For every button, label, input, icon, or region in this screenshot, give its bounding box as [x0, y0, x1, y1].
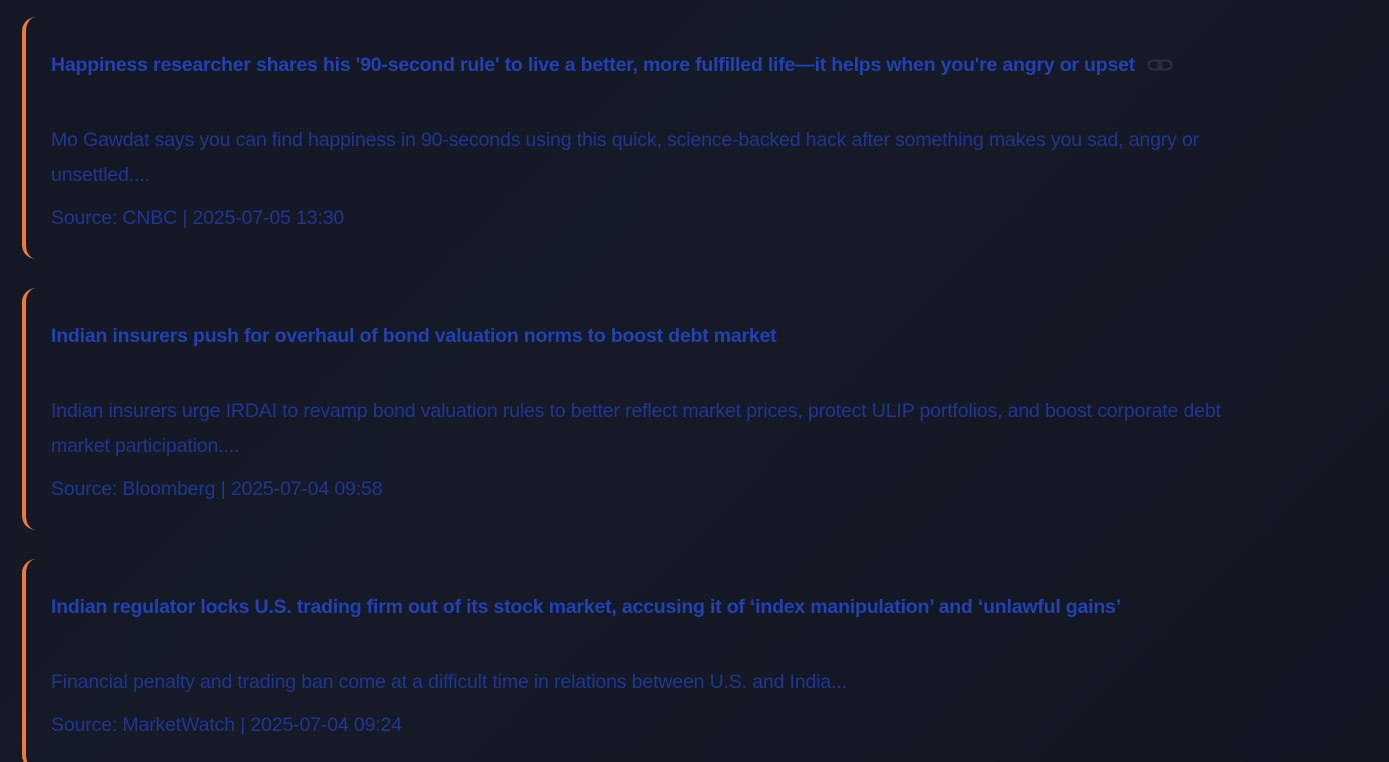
- news-card: Indian regulator locks U.S. trading firm…: [22, 559, 1252, 762]
- article-summary: Financial penalty and trading ban come a…: [51, 671, 847, 693]
- article-summary: Indian insurers urge IRDAI to revamp bon…: [51, 400, 1221, 457]
- headline-link[interactable]: Indian insurers push for overhaul of bon…: [51, 325, 777, 348]
- headline-row: Indian regulator locks U.S. trading firm…: [51, 595, 1252, 619]
- news-card: Indian insurers push for overhaul of bon…: [22, 288, 1252, 530]
- news-card: Happiness researcher shares his '90-seco…: [22, 17, 1252, 259]
- article-source-date: Source: CNBC | 2025-07-05 13:30: [51, 207, 345, 229]
- headline-link[interactable]: Happiness researcher shares his '90-seco…: [51, 54, 1135, 77]
- article-source-date: Source: Bloomberg | 2025-07-04 09:58: [51, 478, 383, 500]
- headline-row: Indian insurers push for overhaul of bon…: [51, 324, 1252, 348]
- link-icon[interactable]: [1147, 57, 1173, 73]
- article-summary: Mo Gawdat says you can find happiness in…: [51, 129, 1200, 186]
- news-feed: Happiness researcher shares his '90-seco…: [0, 0, 1389, 762]
- headline-link[interactable]: Indian regulator locks U.S. trading firm…: [51, 596, 1121, 619]
- article-source-date: Source: MarketWatch | 2025-07-04 09:24: [51, 714, 402, 736]
- headline-row: Happiness researcher shares his '90-seco…: [51, 53, 1252, 77]
